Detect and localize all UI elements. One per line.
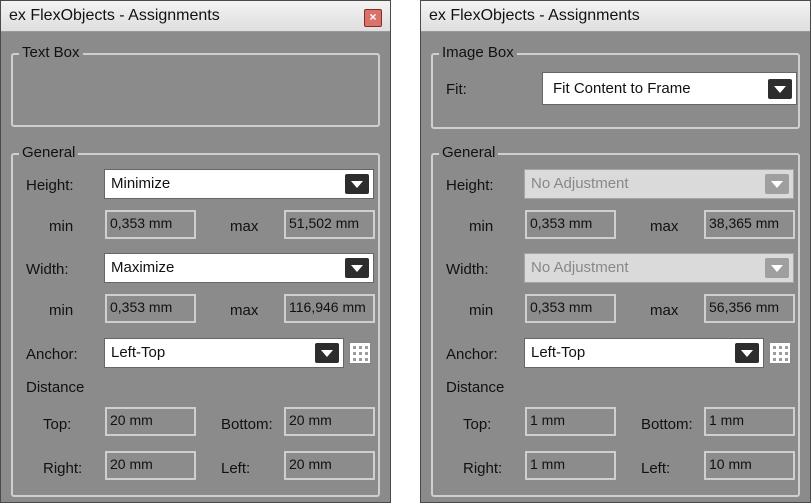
height-dropdown[interactable]: No Adjustment <box>524 169 794 199</box>
height-label: Height: <box>26 177 74 194</box>
group-label: General <box>19 144 79 161</box>
titlebar: ex FlexObjects - Assignments <box>421 1 810 32</box>
text-box-assignments-panel: ex FlexObjects - Assignments × Text Box … <box>0 0 391 503</box>
height-max-label: max <box>650 218 679 235</box>
left-label: Left: <box>641 460 671 477</box>
width-label: Width: <box>26 261 69 278</box>
width-min-label: min <box>469 302 494 319</box>
width-dropdown-value: No Adjustment <box>531 259 629 276</box>
width-max-field[interactable]: 56,356 mm <box>704 294 795 323</box>
width-dropdown-value: Maximize <box>111 259 175 276</box>
chevron-down-icon[interactable] <box>765 174 789 194</box>
anchor-grid-icon[interactable] <box>769 342 791 364</box>
chevron-down-icon[interactable] <box>735 343 759 363</box>
height-min-field[interactable]: 0,353 mm <box>525 210 616 239</box>
bottom-distance-field[interactable]: 20 mm <box>284 407 375 436</box>
left-label: Left: <box>221 460 251 477</box>
height-min-field[interactable]: 0,353 mm <box>105 210 196 239</box>
fit-label: Fit: <box>446 81 467 98</box>
width-min-field[interactable]: 0,353 mm <box>525 294 616 323</box>
bottom-label: Bottom: <box>641 416 693 433</box>
group-label: Image Box <box>439 44 517 61</box>
anchor-dropdown[interactable]: Left-Top <box>524 338 764 368</box>
chevron-down-icon[interactable] <box>345 174 369 194</box>
height-max-field[interactable]: 51,502 mm <box>284 210 375 239</box>
anchor-label: Anchor: <box>446 346 498 363</box>
width-min-field[interactable]: 0,353 mm <box>105 294 196 323</box>
width-min-label: min <box>49 302 74 319</box>
chevron-down-icon[interactable] <box>768 79 792 99</box>
fit-dropdown[interactable]: Fit Content to Frame <box>542 72 797 105</box>
height-min-label: min <box>469 218 494 235</box>
chevron-down-icon[interactable] <box>315 343 339 363</box>
window-title: ex FlexObjects - Assignments <box>9 7 220 24</box>
top-distance-field[interactable]: 20 mm <box>105 407 196 436</box>
height-max-field[interactable]: 38,365 mm <box>704 210 795 239</box>
window-title: ex FlexObjects - Assignments <box>429 7 640 24</box>
width-max-label: max <box>230 302 259 319</box>
fit-dropdown-value: Fit Content to Frame <box>553 80 691 97</box>
right-distance-field[interactable]: 20 mm <box>105 451 196 480</box>
top-distance-field[interactable]: 1 mm <box>525 407 616 436</box>
right-label: Right: <box>463 460 503 477</box>
anchor-label: Anchor: <box>26 346 78 363</box>
anchor-grid-icon[interactable] <box>349 342 371 364</box>
right-label: Right: <box>43 460 83 477</box>
right-distance-field[interactable]: 1 mm <box>525 451 616 480</box>
distance-label: Distance <box>446 379 505 396</box>
close-icon: × <box>369 10 377 24</box>
bottom-label: Bottom: <box>221 416 273 433</box>
left-distance-field[interactable]: 20 mm <box>284 451 375 480</box>
group-label: Text Box <box>19 44 83 61</box>
general-group: General <box>11 144 380 497</box>
width-label: Width: <box>446 261 489 278</box>
width-max-label: max <box>650 302 679 319</box>
height-label: Height: <box>446 177 494 194</box>
height-dropdown[interactable]: Minimize <box>104 169 374 199</box>
height-max-label: max <box>230 218 259 235</box>
text-box-group: Text Box <box>11 44 380 127</box>
top-label: Top: <box>43 416 72 433</box>
width-max-field[interactable]: 116,946 mm <box>284 294 375 323</box>
height-min-label: min <box>49 218 74 235</box>
height-dropdown-value: Minimize <box>111 175 171 192</box>
distance-label: Distance <box>26 379 85 396</box>
bottom-distance-field[interactable]: 1 mm <box>704 407 795 436</box>
titlebar: ex FlexObjects - Assignments × <box>1 1 390 32</box>
height-dropdown-value: No Adjustment <box>531 175 629 192</box>
anchor-dropdown-value: Left-Top <box>531 344 586 361</box>
width-dropdown[interactable]: No Adjustment <box>524 253 794 283</box>
group-label: General <box>439 144 499 161</box>
left-distance-field[interactable]: 10 mm <box>704 451 795 480</box>
anchor-dropdown[interactable]: Left-Top <box>104 338 344 368</box>
top-label: Top: <box>463 416 492 433</box>
image-box-assignments-panel: ex FlexObjects - Assignments Image Box F… <box>420 0 811 503</box>
chevron-down-icon[interactable] <box>765 258 789 278</box>
width-dropdown[interactable]: Maximize <box>104 253 374 283</box>
chevron-down-icon[interactable] <box>345 258 369 278</box>
anchor-dropdown-value: Left-Top <box>111 344 166 361</box>
close-button[interactable]: × <box>364 9 382 27</box>
general-group: General <box>431 144 800 497</box>
